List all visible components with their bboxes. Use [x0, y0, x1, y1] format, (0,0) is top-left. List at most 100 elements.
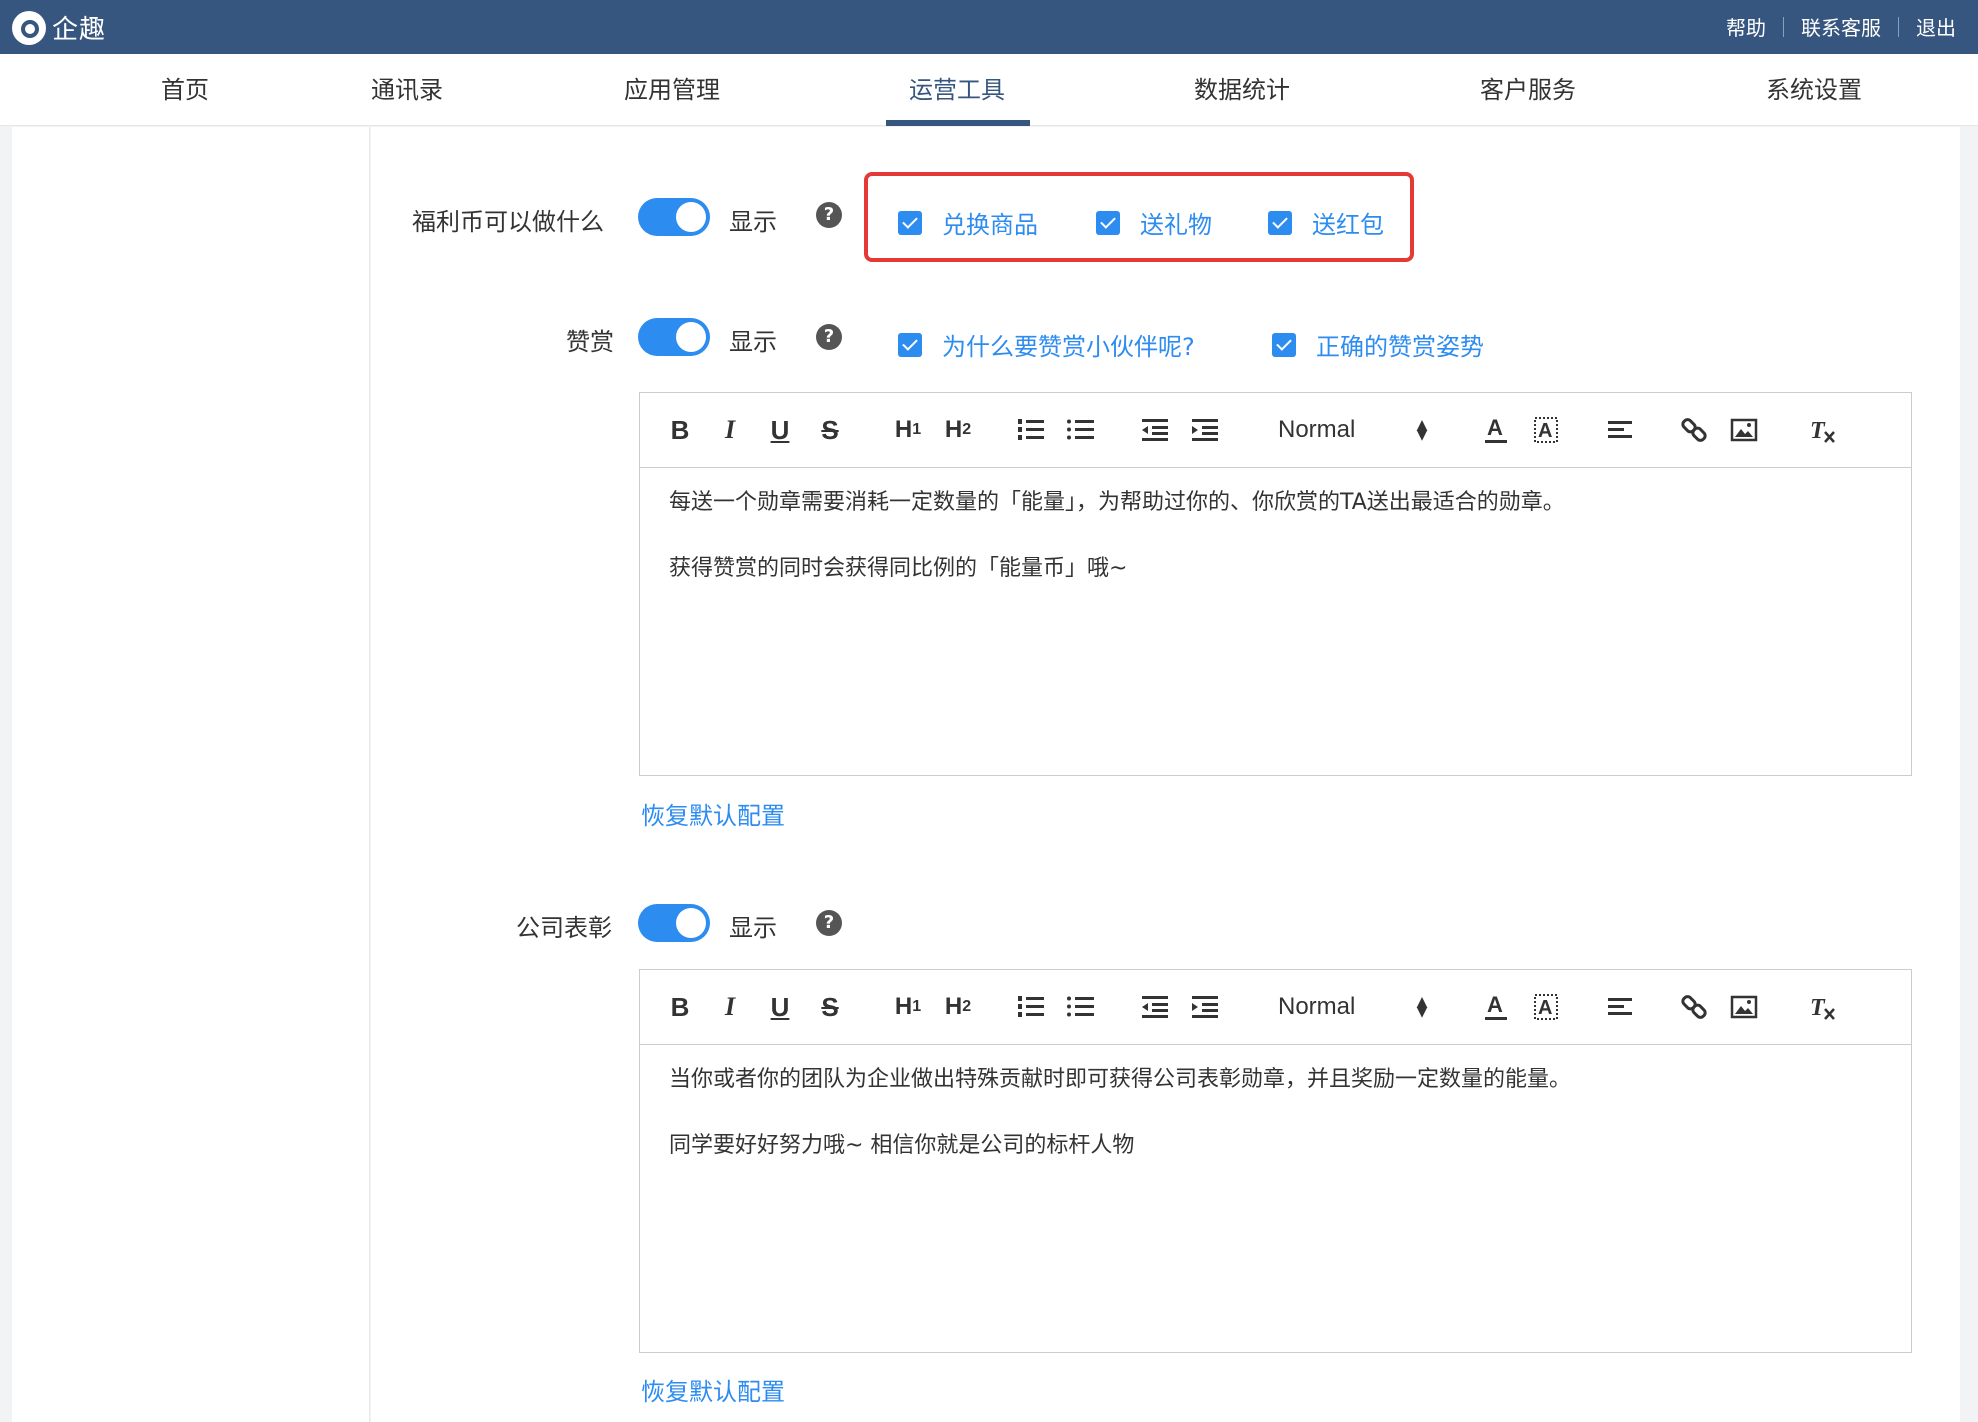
praise-restore-default-link[interactable]: 恢复默认配置 [641, 796, 785, 831]
h1-letter: H [894, 416, 913, 443]
h2-button[interactable]: H2 [938, 988, 978, 1026]
strike-button[interactable]: S [812, 411, 848, 449]
text-color-icon: A [1485, 992, 1507, 1020]
strike-button[interactable]: S [812, 988, 848, 1026]
background-color-icon: A [1534, 417, 1558, 443]
checkbox-checked-icon [1096, 210, 1120, 235]
checkbox-why-praise[interactable]: 为什么要赞赏小伙伴呢? [898, 327, 1195, 362]
checkbox-label: 正确的赞赏姿势 [1316, 333, 1484, 361]
checkbox-label: 送红包 [1312, 211, 1384, 239]
ordered-list-icon [1018, 996, 1044, 1017]
italic-button[interactable]: I [712, 411, 748, 449]
format-select[interactable]: Normal [1278, 411, 1398, 449]
checkbox-checked-icon [1268, 210, 1292, 235]
logo-icon [12, 10, 46, 45]
svg-text:A: A [1538, 997, 1552, 1019]
page-gutter [1960, 127, 1978, 1422]
image-button[interactable] [1726, 988, 1762, 1026]
underline-button[interactable]: U [762, 988, 798, 1026]
clear-format-icon: T [1810, 418, 1835, 444]
nav-item-app-management[interactable]: 应用管理 [624, 54, 720, 126]
align-button[interactable] [1602, 411, 1638, 449]
image-icon [1730, 995, 1758, 1019]
nav-item-settings[interactable]: 系统设置 [1766, 54, 1862, 126]
svg-text:A: A [1487, 415, 1503, 440]
background-color-button[interactable]: A [1528, 988, 1564, 1026]
logout-link[interactable]: 退出 [1916, 12, 1956, 41]
help-icon[interactable]: ? [816, 324, 842, 350]
checkbox-praise-posture[interactable]: 正确的赞赏姿势 [1272, 327, 1484, 362]
h2-letter: H [944, 416, 963, 443]
outdent-icon [1142, 419, 1168, 441]
format-select[interactable]: Normal [1278, 988, 1398, 1026]
checkbox-exchange-goods[interactable]: 兑换商品 [898, 205, 1038, 240]
checkbox-label: 兑换商品 [942, 211, 1038, 239]
indent-button[interactable] [1186, 411, 1222, 449]
nav-item-customer-service[interactable]: 客户服务 [1480, 54, 1576, 126]
format-select-arrows-icon[interactable]: ▲ ▼ [1412, 988, 1432, 1026]
italic-button[interactable]: I [712, 988, 748, 1026]
h2-sub: 2 [962, 998, 972, 1015]
h2-sub: 2 [962, 421, 972, 438]
link-button[interactable] [1676, 411, 1712, 449]
svg-text:A: A [1538, 420, 1552, 442]
nav-item-statistics[interactable]: 数据统计 [1194, 54, 1290, 126]
h2-letter: H [944, 993, 963, 1020]
image-button[interactable] [1726, 411, 1762, 449]
divider [1783, 16, 1784, 37]
h1-button[interactable]: H1 [888, 411, 928, 449]
nav-active-indicator [886, 120, 1030, 126]
help-icon[interactable]: ? [816, 202, 842, 228]
app-logo[interactable]: 企趣 [12, 9, 106, 46]
nav-item-contacts[interactable]: 通讯录 [371, 54, 443, 126]
bold-button[interactable]: B [662, 411, 698, 449]
checkbox-send-gift[interactable]: 送礼物 [1096, 205, 1212, 240]
bullet-list-button[interactable] [1062, 411, 1098, 449]
bold-button[interactable]: B [662, 988, 698, 1026]
clear-format-icon: T [1810, 995, 1835, 1021]
praise-toggle[interactable] [638, 318, 710, 356]
background-color-button[interactable]: A [1528, 411, 1564, 449]
nav-item-home[interactable]: 首页 [161, 54, 209, 126]
help-icon[interactable]: ? [816, 910, 842, 936]
checkbox-red-packet[interactable]: 送红包 [1268, 205, 1384, 240]
link-icon [1681, 418, 1707, 442]
text-color-button[interactable]: A [1478, 988, 1514, 1026]
svg-text:T: T [1810, 418, 1826, 444]
clear-format-button[interactable]: T [1804, 411, 1840, 449]
checkbox-checked-icon [898, 332, 922, 357]
h2-button[interactable]: H2 [938, 411, 978, 449]
align-button[interactable] [1602, 988, 1638, 1026]
editor-content[interactable]: 当你或者你的团队为企业做出特殊贡献时即可获得公司表彰勋章，并且奖励一定数量的能量… [640, 1045, 1911, 1217]
ordered-list-button[interactable] [1012, 988, 1048, 1026]
ordered-list-button[interactable] [1012, 411, 1048, 449]
outdent-button[interactable] [1136, 988, 1172, 1026]
svg-text:A: A [1487, 992, 1503, 1017]
link-icon [1681, 995, 1707, 1019]
checkbox-checked-icon [1272, 332, 1296, 357]
svg-text:T: T [1810, 995, 1826, 1021]
company-label: 公司表彰 [516, 914, 612, 942]
outdent-icon [1142, 996, 1168, 1018]
h1-button[interactable]: H1 [888, 988, 928, 1026]
link-button[interactable] [1676, 988, 1712, 1026]
clear-format-button[interactable]: T [1804, 988, 1840, 1026]
image-icon [1730, 418, 1758, 442]
bullet-list-icon [1067, 996, 1094, 1017]
top-bar: 企趣 帮助 联系客服 退出 [0, 0, 1978, 54]
checkbox-checked-icon [898, 210, 922, 235]
welfare-toggle[interactable] [638, 198, 710, 236]
contact-support-link[interactable]: 联系客服 [1801, 12, 1881, 41]
bullet-list-button[interactable] [1062, 988, 1098, 1026]
nav-item-operation-tools[interactable]: 运营工具 [909, 54, 1005, 126]
indent-button[interactable] [1186, 988, 1222, 1026]
company-toggle[interactable] [638, 904, 710, 942]
help-link[interactable]: 帮助 [1726, 12, 1766, 41]
main-nav: 首页 通讯录 应用管理 运营工具 数据统计 客户服务 系统设置 [0, 54, 1978, 126]
text-color-button[interactable]: A [1478, 411, 1514, 449]
format-select-arrows-icon[interactable]: ▲ ▼ [1412, 411, 1432, 449]
underline-button[interactable]: U [762, 411, 798, 449]
editor-content[interactable]: 每送一个勋章需要消耗一定数量的「能量」，为帮助过你的、你欣赏的TA送出最适合的勋… [640, 468, 1911, 640]
company-restore-default-link[interactable]: 恢复默认配置 [641, 1372, 785, 1407]
outdent-button[interactable] [1136, 411, 1172, 449]
